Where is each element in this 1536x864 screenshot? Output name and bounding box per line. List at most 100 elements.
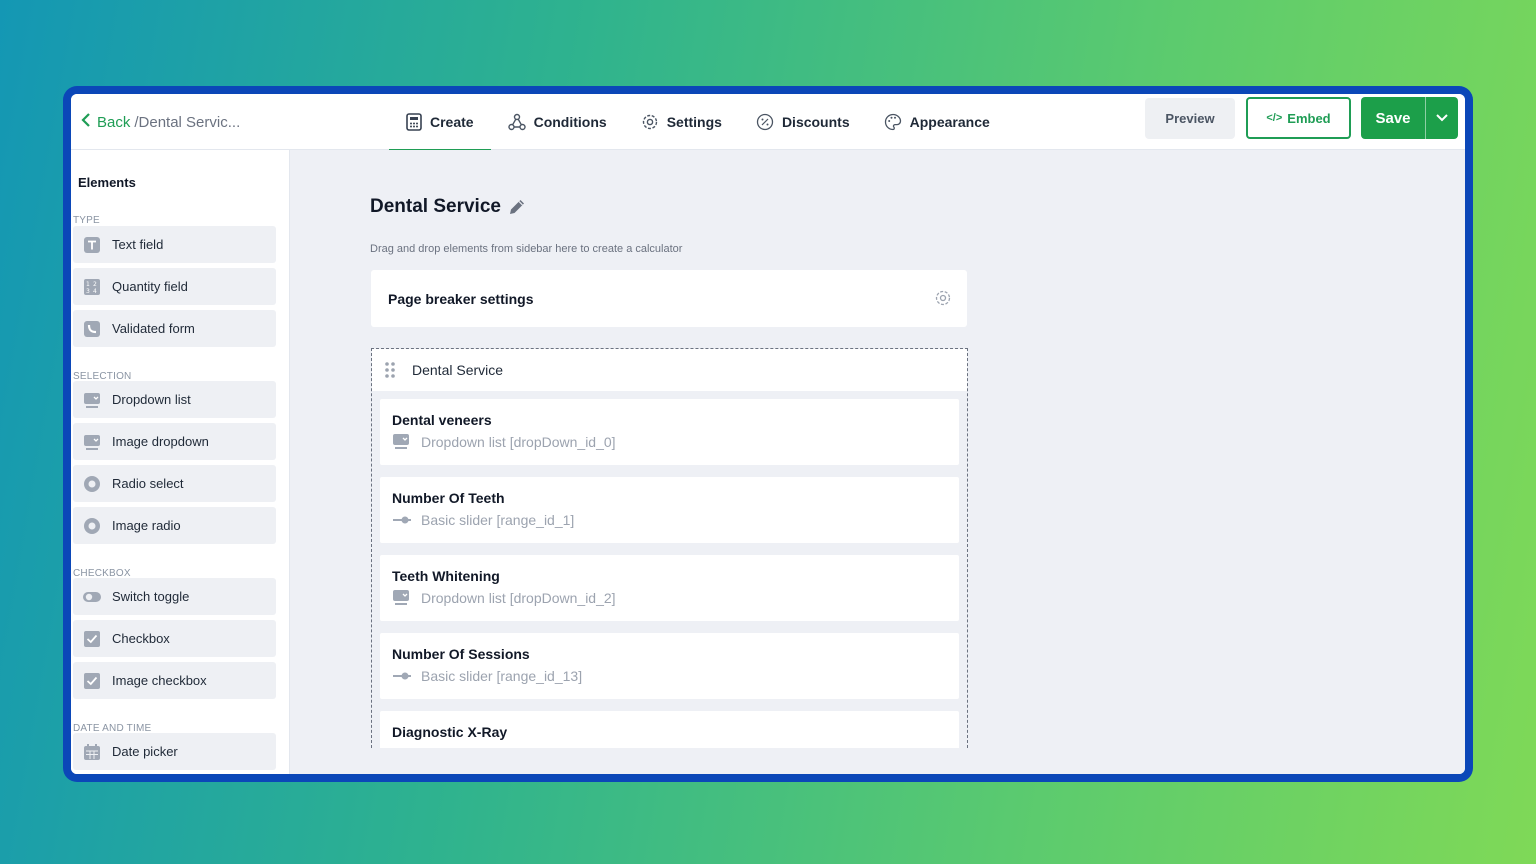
embed-label: Embed (1287, 110, 1331, 126)
svg-text:3: 3 (86, 288, 90, 295)
palette-icon (884, 113, 901, 131)
field-meta-text: Basic slider [range_id_13] (421, 668, 583, 684)
tab-label: Conditions (533, 114, 607, 130)
breadcrumb: /Dental Servic... (134, 113, 241, 131)
element-date-picker[interactable]: Date picker (73, 733, 276, 770)
dropdown-icon (392, 434, 412, 450)
field-meta: Basic slider [range_id_1] (392, 512, 947, 528)
field-group-header[interactable]: Dental Service (372, 349, 967, 391)
back-label[interactable]: Back (97, 114, 130, 131)
element-validated-form[interactable]: Validated form (73, 310, 276, 347)
element-label: Radio select (112, 476, 184, 491)
back-link[interactable]: Back /Dental Servic... (81, 94, 240, 150)
radio-icon (83, 475, 101, 493)
field-name: Diagnostic X-Ray (392, 724, 508, 740)
builder-canvas: Dental Service Drag and drop elements fr… (290, 150, 1465, 774)
element-label: Quantity field (112, 279, 188, 294)
field-group: Dental Service Dental veneers Dropdown l… (371, 348, 968, 748)
element-label: Date picker (112, 744, 178, 759)
element-quantity-field[interactable]: 1234 Quantity field (73, 268, 276, 305)
main-tabs: Create Conditions Settings Discounts App… (389, 94, 1007, 151)
save-button[interactable]: Save (1361, 97, 1426, 139)
pencil-icon[interactable] (507, 197, 527, 217)
svg-text:1: 1 (86, 281, 90, 288)
toggle-icon (83, 588, 101, 606)
tab-discounts[interactable]: Discounts (739, 94, 867, 150)
field-meta-text: Dropdown list [dropDown_id_2] (421, 590, 616, 606)
image-dropdown-icon (83, 433, 101, 451)
text-icon (83, 236, 101, 254)
field-meta: Dropdown list [dropDown_id_0] (392, 434, 947, 450)
chevron-left-icon (81, 112, 91, 133)
slider-icon (392, 512, 412, 528)
gear-icon[interactable] (934, 289, 952, 307)
field-name: Dental veneers (392, 412, 492, 428)
element-dropdown-list[interactable]: Dropdown list (73, 381, 276, 418)
page-breaker-card[interactable]: Page breaker settings (371, 270, 967, 327)
element-radio-select[interactable]: Radio select (73, 465, 276, 502)
element-image-radio[interactable]: Image radio (73, 507, 276, 544)
tab-label: Appearance (909, 114, 990, 130)
preview-button[interactable]: Preview (1145, 98, 1235, 139)
element-label: Image radio (112, 518, 181, 533)
tab-create[interactable]: Create (389, 94, 491, 151)
element-image-checkbox[interactable]: Image checkbox (73, 662, 276, 699)
checkbox-icon (83, 630, 101, 648)
field-card[interactable]: Diagnostic X-Ray (380, 711, 959, 748)
field-name: Teeth Whitening (392, 568, 500, 584)
field-card[interactable]: Dental veneers Dropdown list [dropDown_i… (380, 399, 959, 465)
field-meta: Dropdown list [dropDown_id_2] (392, 590, 947, 606)
save-button-group: Save (1361, 97, 1458, 139)
window-frame: Back /Dental Servic... Create Conditions… (63, 86, 1473, 782)
element-label: Checkbox (112, 631, 170, 646)
section-type: TYPE (73, 215, 100, 226)
field-card[interactable]: Number Of Teeth Basic slider [range_id_1… (380, 477, 959, 543)
field-card[interactable]: Teeth Whitening Dropdown list [dropDown_… (380, 555, 959, 621)
element-text-field[interactable]: Text field (73, 226, 276, 263)
drop-hint: Drag and drop elements from sidebar here… (370, 243, 683, 255)
tab-label: Settings (666, 114, 722, 130)
tab-conditions[interactable]: Conditions (491, 94, 624, 150)
drag-handle-icon[interactable] (384, 361, 396, 379)
element-switch-toggle[interactable]: Switch toggle (73, 578, 276, 615)
elements-sidebar: Elements TYPE Text field 1234 Quantity f… (71, 150, 290, 774)
element-label: Dropdown list (112, 392, 191, 407)
chevron-down-icon (1436, 114, 1448, 122)
percent-icon (756, 113, 774, 131)
field-meta-text: Dropdown list [dropDown_id_0] (421, 434, 616, 450)
field-card[interactable]: Number Of Sessions Basic slider [range_i… (380, 633, 959, 699)
element-label: Image dropdown (112, 434, 209, 449)
embed-button[interactable]: </> Embed (1246, 97, 1351, 139)
top-bar: Back /Dental Servic... Create Conditions… (71, 94, 1465, 151)
image-radio-icon (83, 517, 101, 535)
element-label: Image checkbox (112, 673, 207, 688)
app: Back /Dental Servic... Create Conditions… (71, 94, 1465, 774)
phone-icon (83, 320, 101, 338)
save-options-button[interactable] (1426, 97, 1458, 139)
calculator-title[interactable]: Dental Service (370, 196, 527, 218)
image-checkbox-icon (83, 672, 101, 690)
calendar-icon (83, 743, 101, 761)
sidebar-title: Elements (78, 175, 136, 190)
tab-appearance[interactable]: Appearance (867, 94, 1007, 150)
code-icon: </> (1266, 112, 1283, 124)
field-group-title: Dental Service (412, 362, 504, 378)
calculator-icon (406, 113, 422, 131)
svg-text:2: 2 (93, 281, 97, 288)
page-breaker-label: Page breaker settings (388, 290, 534, 307)
conditions-icon (507, 113, 526, 131)
dropdown-icon (392, 590, 412, 606)
element-checkbox[interactable]: Checkbox (73, 620, 276, 657)
field-meta-text: Basic slider [range_id_1] (421, 512, 575, 528)
gear-icon (642, 114, 657, 130)
quantity-icon: 1234 (83, 278, 101, 296)
dropdown-icon (83, 391, 101, 409)
tab-settings[interactable]: Settings (624, 94, 739, 150)
tab-label: Create (430, 114, 474, 130)
slider-icon (392, 668, 412, 684)
field-name: Number Of Teeth (392, 490, 505, 506)
field-meta: Basic slider [range_id_13] (392, 668, 947, 684)
element-label: Validated form (112, 321, 195, 336)
tab-label: Discounts (781, 114, 850, 130)
element-image-dropdown[interactable]: Image dropdown (73, 423, 276, 460)
